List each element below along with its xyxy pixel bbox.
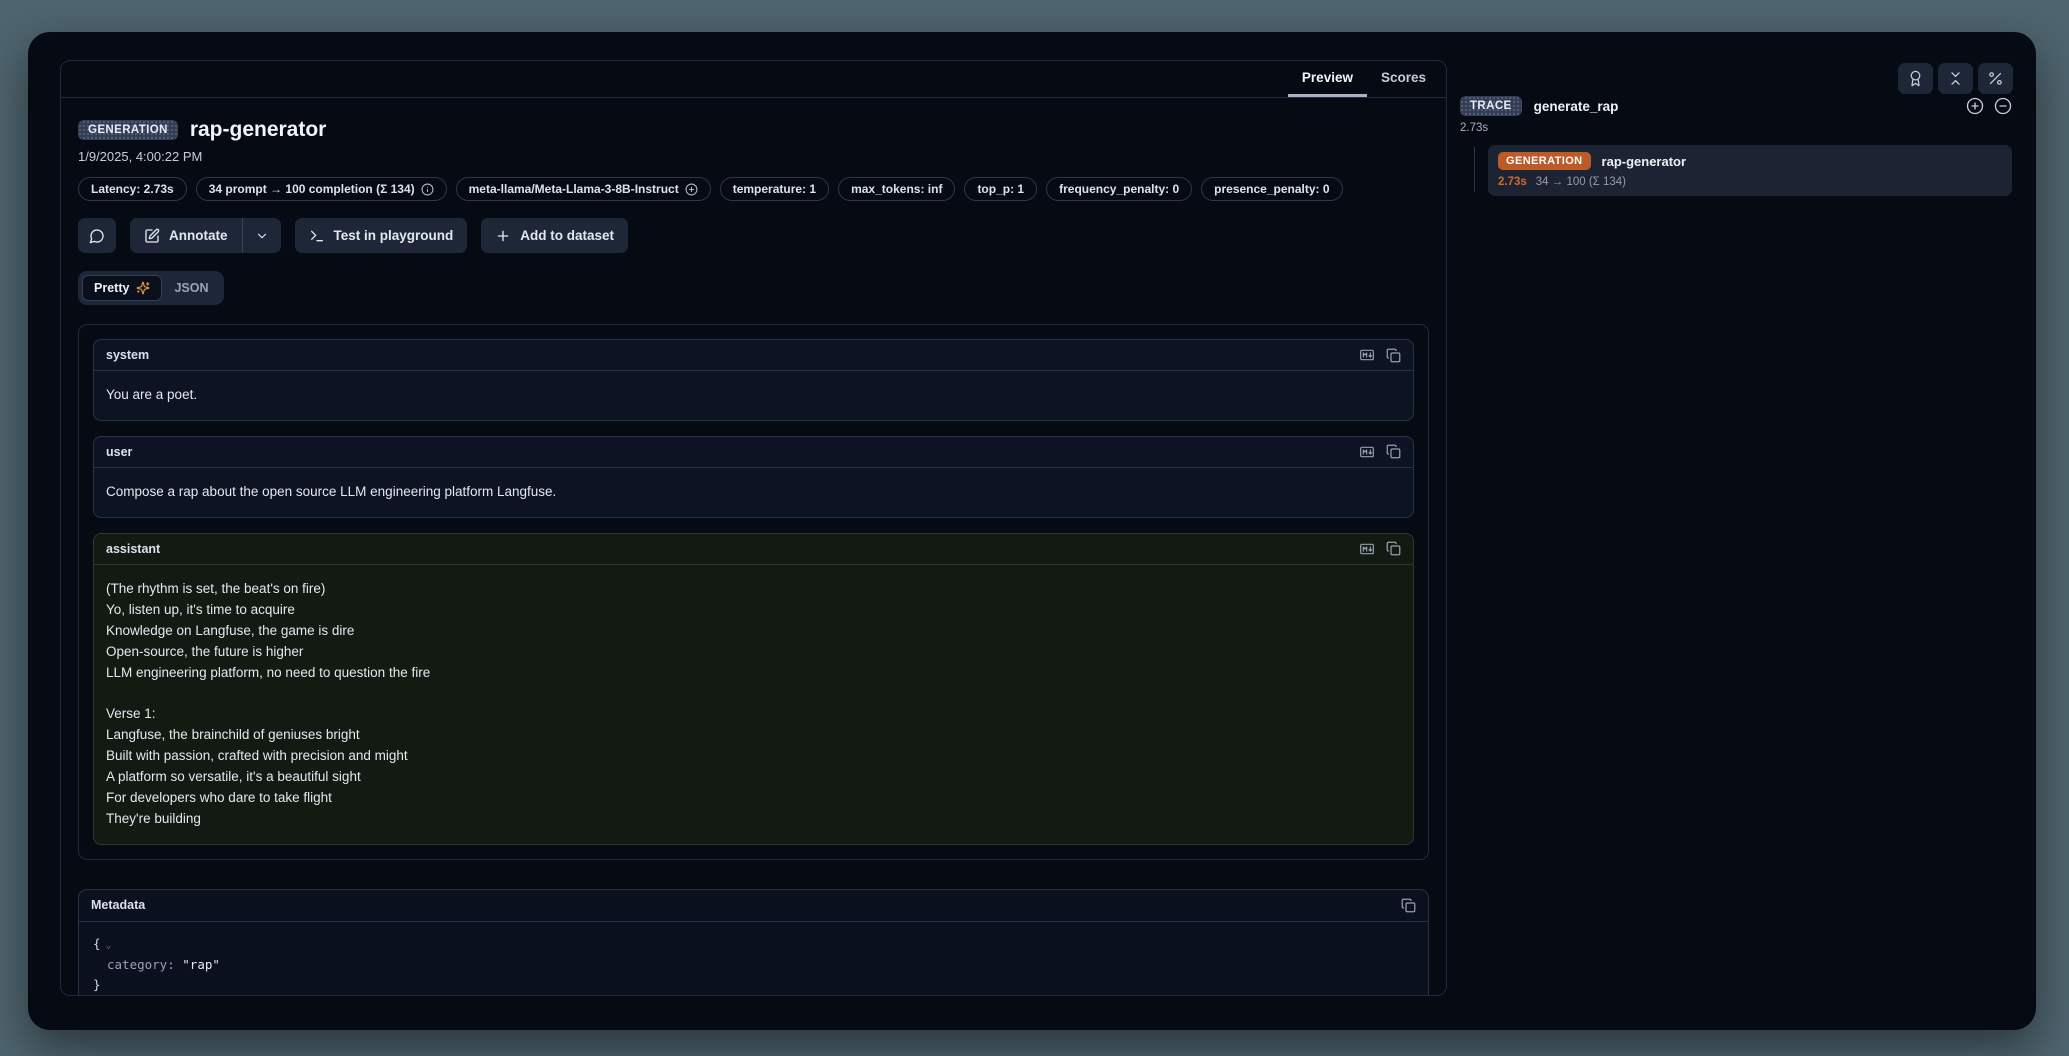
metadata-panel: Metadata { ⌄ category: "rap" } [78,889,1429,996]
trace-name: generate_rap [1534,99,1619,114]
circle-plus-icon [685,183,698,196]
metadata-title: Metadata [91,898,145,912]
metadata-json-viewer: { ⌄ category: "rap" } [79,922,1428,996]
observation-tree: GENERATION rap-generator 2.73s 34 → 100 … [1460,145,2012,196]
info-icon [421,183,434,196]
copy-icon[interactable] [1401,898,1416,913]
expand-all-icon[interactable] [1966,97,1984,115]
toggle-pretty[interactable]: Pretty [82,275,162,301]
collapse-panel-button[interactable] [1938,63,1973,94]
add-to-dataset-label: Add to dataset [520,228,614,243]
observation-preview-panel: Preview Scores GENERATION rap-generator … [60,60,1447,996]
json-close-brace: } [93,975,1414,996]
presence-penalty-badge: presence_penalty: 0 [1201,177,1342,201]
copy-icon[interactable] [1386,444,1401,459]
annotate-button-group: Annotate [130,218,281,253]
chevrons-down-up-icon [1947,70,1964,87]
model-label: meta-llama/Meta-Llama-3-8B-Instruct [469,182,679,196]
view-mode-toggle: Pretty JSON [78,271,224,305]
trace-tree-sidebar: TRACE generate_rap 2.73s GENERATION rap-… [1460,96,2012,196]
percent-metrics-button[interactable] [1978,63,2013,94]
copy-icon[interactable] [1386,541,1401,556]
parameter-badges: Latency: 2.73s 34 prompt → 100 completio… [78,177,1429,201]
trace-root-row[interactable]: TRACE generate_rap [1460,96,2012,116]
trace-type-badge: TRACE [1460,96,1522,116]
markdown-toggle-icon[interactable] [1359,347,1375,363]
node-latency: 2.73s [1498,176,1527,188]
test-in-playground-button[interactable]: Test in playground [295,218,468,253]
playground-label: Test in playground [334,228,454,243]
action-toolbar: Annotate Test in playground Add to datas… [78,218,1429,253]
max-tokens-badge: max_tokens: inf [838,177,955,201]
terminal-icon [309,228,325,244]
message-user: user Compose a rap about the open source… [93,436,1414,518]
award-icon [1907,70,1924,87]
tab-preview[interactable]: Preview [1288,61,1367,97]
json-open-brace: { [93,936,101,951]
copy-icon[interactable] [1386,348,1401,363]
percent-icon [1987,70,2004,87]
timestamp: 1/9/2025, 4:00:22 PM [78,149,1429,164]
temperature-badge: temperature: 1 [720,177,829,201]
tree-node-rap-generator[interactable]: GENERATION rap-generator 2.73s 34 → 100 … [1488,145,2012,196]
page-title: rap-generator [190,118,327,142]
pretty-label: Pretty [94,281,129,295]
window-actions [1898,63,2013,94]
tab-scores[interactable]: Scores [1367,61,1440,97]
json-value: "rap" [182,957,220,972]
top-p-badge: top_p: 1 [964,177,1037,201]
frequency-penalty-badge: frequency_penalty: 0 [1046,177,1192,201]
json-label: JSON [174,281,208,295]
square-pen-icon [144,228,160,244]
markdown-toggle-icon[interactable] [1359,444,1375,460]
node-generation-badge: GENERATION [1498,152,1591,170]
trace-detail-window: Preview Scores GENERATION rap-generator … [28,32,2036,1030]
markdown-toggle-icon[interactable] [1359,541,1375,557]
toggle-json[interactable]: JSON [162,275,220,301]
message-assistant: assistant (The rhythm is set, the beat's… [93,533,1414,845]
message-bubble-icon [89,228,105,244]
message-content: (The rhythm is set, the beat's on fire) … [94,565,1413,844]
node-name: rap-generator [1602,154,1687,169]
annotate-dropdown-button[interactable] [243,218,281,253]
annotate-label: Annotate [169,228,228,243]
chevron-down-icon [255,229,269,243]
json-collapse-chevron[interactable]: ⌄ [106,940,112,951]
observation-content: GENERATION rap-generator 1/9/2025, 4:00:… [61,98,1446,996]
messages-container: system You are a poet. user [78,324,1429,860]
node-token-usage: 34 → 100 (Σ 134) [1536,176,1626,188]
json-key: category: [107,957,175,972]
plus-icon [495,228,511,244]
message-role-label: user [106,445,132,459]
sparkles-icon [136,281,150,295]
scores-award-button[interactable] [1898,63,1933,94]
model-badge[interactable]: meta-llama/Meta-Llama-3-8B-Instruct [456,177,711,201]
message-system: system You are a poet. [93,339,1414,421]
message-role-label: system [106,348,149,362]
generation-type-badge: GENERATION [78,120,178,140]
token-usage-label: 34 prompt → 100 completion (Σ 134) [209,182,415,196]
annotate-button[interactable]: Annotate [130,218,242,253]
comment-button[interactable] [78,218,116,253]
message-role-label: assistant [106,542,160,556]
token-usage-badge[interactable]: 34 prompt → 100 completion (Σ 134) [196,177,447,201]
message-content: You are a poet. [94,371,1413,420]
trace-latency: 2.73s [1460,122,2012,134]
tree-guide-line [1474,147,1475,192]
add-to-dataset-button[interactable]: Add to dataset [481,218,628,253]
preview-tabs-bar: Preview Scores [61,61,1446,98]
message-content: Compose a rap about the open source LLM … [94,468,1413,517]
latency-badge: Latency: 2.73s [78,177,187,201]
collapse-all-icon[interactable] [1994,97,2012,115]
